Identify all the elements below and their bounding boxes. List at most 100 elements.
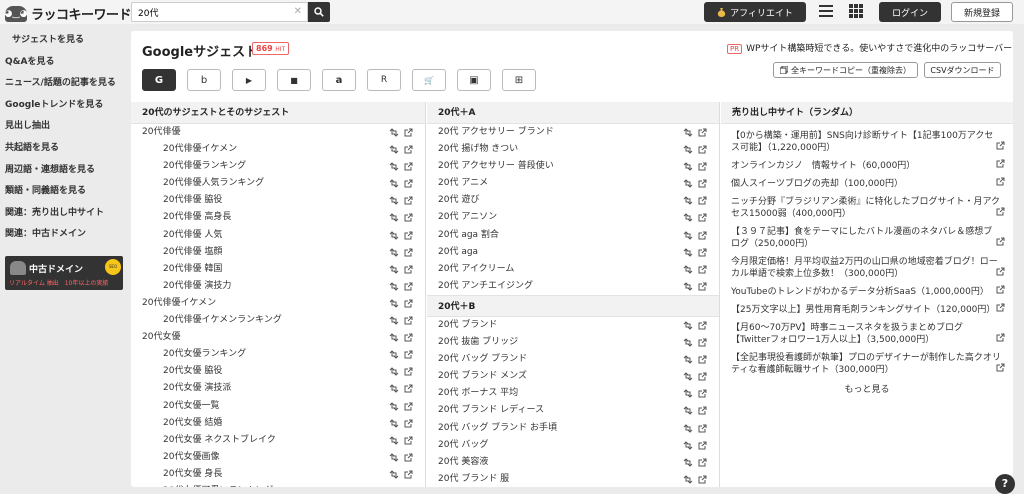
retweet-icon[interactable] [389, 367, 399, 376]
list-item[interactable]: 20代 バッグ ブランド [427, 351, 719, 368]
affiliate-button[interactable]: アフィリエイト [704, 2, 806, 22]
site-for-sale-text[interactable]: 【月60〜70万PV】時事ニュースネタを扱うまとめブログ【Twitterフォロワ… [731, 323, 963, 345]
external-link-icon[interactable] [996, 207, 1005, 216]
list-item[interactable]: 20代女優画像 [131, 449, 425, 466]
external-link-icon[interactable] [404, 402, 413, 411]
external-link-icon[interactable] [404, 213, 413, 222]
external-link-icon[interactable] [404, 179, 413, 188]
external-link-icon[interactable] [698, 338, 707, 347]
retweet-icon[interactable] [683, 321, 693, 330]
suggest-keyword[interactable]: 20代 揚げ物 きつい [438, 141, 518, 158]
list-item[interactable]: 20代 抜歯 ブリッジ [427, 334, 719, 351]
external-link-icon[interactable] [404, 128, 413, 137]
site-for-sale-item[interactable]: YouTubeのトレンドがわかるデータ分析SaaS（1,000,000円） [721, 282, 1013, 298]
external-link-icon[interactable] [698, 355, 707, 364]
external-link-icon[interactable] [996, 363, 1005, 372]
list-item[interactable]: 20代 揚げ物 きつい [427, 141, 719, 158]
external-link-icon[interactable] [698, 406, 707, 415]
retweet-icon[interactable] [683, 128, 693, 137]
retweet-icon[interactable] [683, 162, 693, 171]
external-link-icon[interactable] [698, 231, 707, 240]
retweet-icon[interactable] [389, 196, 399, 205]
retweet-icon[interactable] [389, 419, 399, 428]
suggest-keyword[interactable]: 20代女優 結婚 [163, 415, 222, 432]
suggest-keyword[interactable]: 20代 バッグ [438, 437, 488, 454]
suggest-keyword[interactable]: 20代 バッグ ブランド [438, 351, 527, 368]
suggest-keyword[interactable]: 20代 ボーナス 平均 [438, 385, 518, 402]
retweet-icon[interactable] [389, 316, 399, 325]
suggest-keyword[interactable]: 20代俳優 塩顔 [163, 244, 222, 261]
external-link[interactable] [996, 333, 1005, 346]
external-link[interactable] [996, 207, 1005, 220]
copy-all-keywords-button[interactable]: 全キーワードコピー（重複除去） [773, 62, 918, 78]
external-link-icon[interactable] [404, 248, 413, 257]
tab-video[interactable]: ■ [277, 69, 311, 91]
list-item[interactable]: 20代女優 身長 [131, 466, 425, 483]
list-item[interactable]: 20代俳優 [131, 124, 425, 141]
external-link-icon[interactable] [404, 299, 413, 308]
retweet-icon[interactable] [683, 372, 693, 381]
retweet-icon[interactable] [389, 282, 399, 291]
sidebar-item-sites-for-sale[interactable]: 関連：売り出し中サイト [0, 203, 125, 225]
list-item[interactable]: 20代 ブランド メンズ [427, 368, 719, 385]
external-link-icon[interactable] [996, 303, 1005, 312]
retweet-icon[interactable] [683, 213, 693, 222]
external-link-icon[interactable] [698, 196, 707, 205]
external-link-icon[interactable] [404, 196, 413, 205]
suggest-keyword[interactable]: 20代 アクセサリー ブランド [438, 124, 554, 141]
suggest-keyword[interactable]: 20代女優画像 [163, 449, 219, 466]
tab-youtube[interactable]: ▶ [232, 69, 266, 91]
retweet-icon[interactable] [389, 248, 399, 257]
external-link-icon[interactable] [996, 237, 1005, 246]
suggest-keyword[interactable]: 20代俳優人気ランキング [163, 175, 264, 192]
site-for-sale-text[interactable]: 今月限定価格！月平均収益2万円の山口県の地域密着ブログ！ローカル単語で検索上位多… [731, 257, 998, 279]
sidebar-item-trends[interactable]: Googleトレンドを見る [0, 95, 125, 117]
retweet-icon[interactable] [389, 470, 399, 479]
clear-icon[interactable]: ✕ [294, 6, 302, 17]
suggest-keyword[interactable]: 20代俳優 演技力 [163, 278, 231, 295]
retweet-icon[interactable] [683, 441, 693, 450]
list-item[interactable]: 20代 ブランド 服 [427, 471, 719, 487]
site-for-sale-item[interactable]: 【25万文字以上】男性用育毛剤ランキングサイト（120,000円） [721, 300, 1013, 316]
external-link-icon[interactable] [698, 424, 707, 433]
site-for-sale-item[interactable]: 【３９７記事】食をテーマにしたバトル漫画のネタバレ＆感想ブログ（250,000円… [721, 222, 1013, 250]
suggest-keyword[interactable]: 20代女優 [142, 329, 180, 346]
retweet-icon[interactable] [389, 213, 399, 222]
retweet-icon[interactable] [683, 248, 693, 257]
list-item[interactable]: 20代俳優 脇役 [131, 192, 425, 209]
site-for-sale-item[interactable]: 【月60〜70万PV】時事ニュースネタを扱うまとめブログ【Twitterフォロワ… [721, 318, 1013, 346]
list-item[interactable]: 20代女優 [131, 329, 425, 346]
external-link-icon[interactable] [698, 389, 707, 398]
site-logo[interactable]: ◕‿◕ ラッコキーワード [5, 4, 131, 23]
sidebar-item-cooccurrence[interactable]: 共起語を見る [0, 138, 125, 160]
retweet-icon[interactable] [683, 424, 693, 433]
sidebar-item-synonyms[interactable]: 類語・同義語を見る [0, 181, 125, 203]
external-link-icon[interactable] [698, 162, 707, 171]
grid-apps-icon[interactable] [848, 4, 864, 18]
suggest-keyword[interactable]: 20代 ブランド [438, 317, 497, 334]
retweet-icon[interactable] [389, 384, 399, 393]
external-link[interactable] [996, 363, 1005, 376]
tab-google[interactable]: G [142, 69, 176, 91]
external-link-icon[interactable] [404, 231, 413, 240]
hamburger-menu-icon[interactable] [818, 4, 834, 18]
site-for-sale-item[interactable]: ニッチ分野『ブラジリアン柔術』に特化したブログサイト・月アクセス15000弱（4… [721, 192, 1013, 220]
suggest-keyword[interactable]: 20代俳優 [142, 124, 180, 141]
retweet-icon[interactable] [389, 162, 399, 171]
external-link-icon[interactable] [404, 470, 413, 479]
suggest-keyword[interactable]: 20代俳優 高身長 [163, 209, 231, 226]
site-for-sale-text[interactable]: 【全記事現役看護師が執筆】プロのデザイナーが制作した高クオリティな看護師転職サイ… [731, 353, 1001, 375]
retweet-icon[interactable] [683, 231, 693, 240]
csv-download-button[interactable]: CSVダウンロード [924, 62, 1001, 78]
list-item[interactable]: 20代 アクセサリー ブランド [427, 124, 719, 141]
site-for-sale-text[interactable]: オンラインカジノ 情報サイト（60,000円） [731, 161, 915, 171]
list-item[interactable]: 20代 aga [427, 244, 719, 261]
external-link[interactable] [996, 159, 1005, 172]
suggest-keyword[interactable]: 20代俳優イケメン [142, 295, 216, 312]
external-link-icon[interactable] [404, 350, 413, 359]
external-link[interactable] [996, 285, 1005, 298]
list-item[interactable]: 20代 バッグ ブランド お手頃 [427, 420, 719, 437]
external-link[interactable] [996, 237, 1005, 250]
list-item[interactable]: 20代女優 演技派 [131, 380, 425, 397]
list-item[interactable]: 20代女優 ネクストブレイク [131, 432, 425, 449]
